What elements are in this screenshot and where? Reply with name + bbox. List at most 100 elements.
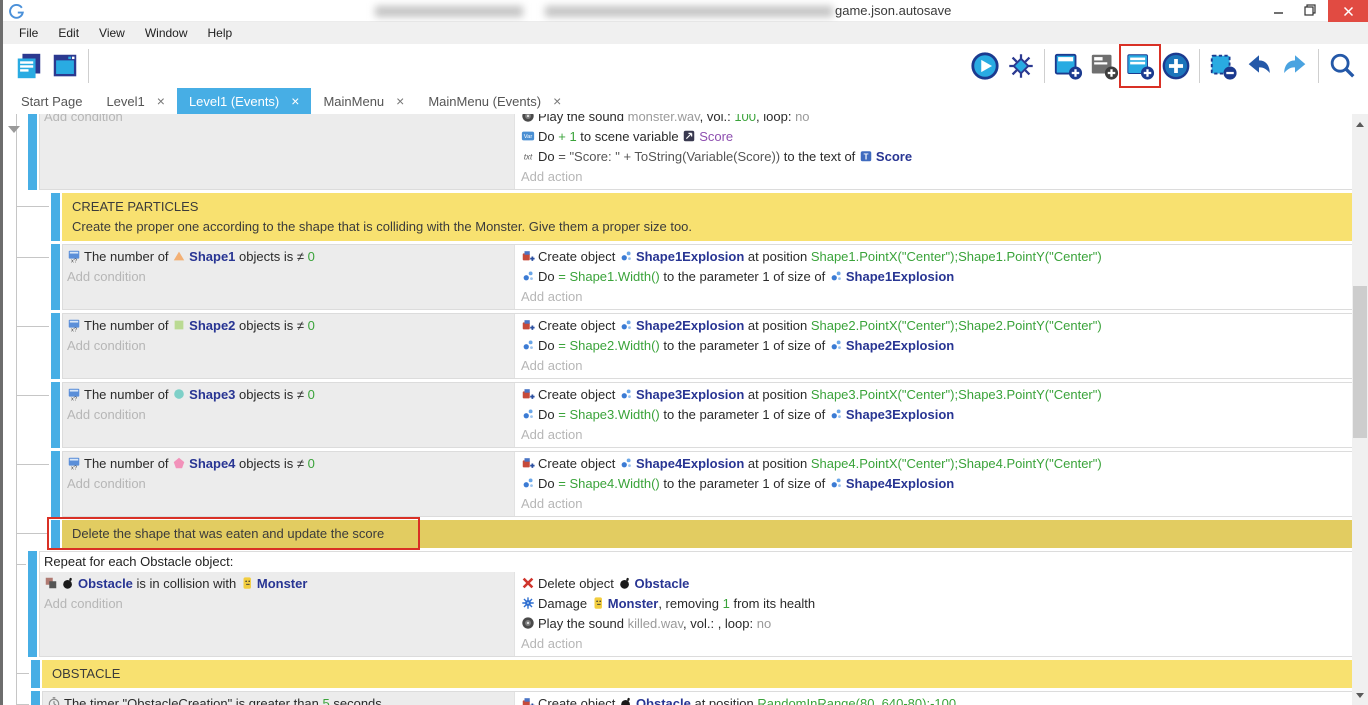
add-new-icon[interactable] (1158, 47, 1194, 85)
action-line[interactable]: Create object Shape2Explosion at positio… (521, 316, 1348, 336)
menu-item-help[interactable]: Help (198, 22, 243, 44)
add-action[interactable]: Add action (521, 425, 1348, 445)
menu-item-file[interactable]: File (9, 22, 48, 44)
collapse-arrow-icon[interactable] (8, 126, 20, 133)
action-line[interactable]: Do = Shape3.Width() to the parameter 1 o… (521, 405, 1348, 425)
play-icon[interactable] (967, 47, 1003, 85)
text-segment: Shape4.PointX("Center");Shape4.PointY("C… (811, 456, 1102, 471)
text-segment: Shape2 (189, 318, 235, 333)
tab-mainmenu-events-[interactable]: MainMenu (Events) × (416, 88, 573, 114)
add-action[interactable]: Add action (521, 634, 1348, 654)
condition-line[interactable]: x?The number of Shape1 objects is ≠ 0 (67, 247, 510, 267)
restore-button[interactable] (1296, 0, 1324, 20)
add-subevent-icon[interactable] (1122, 47, 1158, 85)
action-line[interactable]: Damage Monster, removing 1 from its heal… (521, 594, 1348, 614)
condition-line[interactable]: x?The number of Shape3 objects is ≠ 0 (67, 385, 510, 405)
text-segment: Shape4 (189, 456, 235, 471)
tab-close-icon[interactable]: × (291, 93, 299, 109)
unselect-events-icon[interactable] (1205, 47, 1241, 85)
text-segment: Monster (608, 596, 659, 611)
scrollbar-thumb[interactable] (1353, 286, 1367, 438)
action-line[interactable]: Create object Shape1Explosion at positio… (521, 247, 1348, 267)
scroll-up-arrow-icon[interactable] (1352, 116, 1368, 132)
text-segment: , vol.: (700, 114, 735, 124)
menu-item-view[interactable]: View (89, 22, 135, 44)
menu-item-edit[interactable]: Edit (48, 22, 89, 44)
action-line[interactable]: Play the sound killed.wav, vol.: , loop:… (521, 614, 1348, 634)
tab-close-icon[interactable]: × (553, 93, 561, 109)
text-segment: Create object (538, 696, 619, 705)
redo-icon[interactable] (1277, 47, 1313, 85)
undo-icon[interactable] (1241, 47, 1277, 85)
tab-level1-events-[interactable]: Level1 (Events)× (177, 88, 312, 114)
text-segment: 0 (308, 456, 315, 471)
action-line[interactable]: txtDo = "Score: " + ToString(Variable(Sc… (521, 147, 1348, 167)
scene-editor-icon[interactable] (47, 47, 83, 85)
add-condition[interactable]: Add condition (44, 114, 510, 127)
text-segment: at position (744, 249, 811, 264)
condition-line[interactable]: Obstacle is in collision with Monster (44, 574, 510, 594)
toolbar-divider (1044, 49, 1045, 83)
scroll-down-arrow-icon[interactable] (1352, 687, 1368, 703)
action-line[interactable]: Create object Shape3Explosion at positio… (521, 385, 1348, 405)
debug-icon[interactable] (1003, 47, 1039, 85)
conditions-column: Obstacle is in collision with MonsterAdd… (40, 572, 514, 656)
add-condition[interactable]: Add condition (44, 594, 510, 614)
action-line[interactable]: Create object Obstacle at position Rando… (521, 694, 1348, 705)
add-comment-icon[interactable] (1086, 47, 1122, 85)
action-line[interactable]: VarDo + 1 to scene variable Score (521, 127, 1348, 147)
comment-block[interactable]: Delete the shape that was eaten and upda… (62, 520, 1355, 548)
events-editor: Add condition Play the sound monster.wav,… (3, 114, 1355, 705)
action-line[interactable]: Create object Shape4Explosion at positio… (521, 454, 1348, 474)
comment-block[interactable]: OBSTACLE (42, 660, 1355, 688)
text-segment: RandomInRange(80, 640-80);-100 (757, 696, 956, 705)
tab-mainmenu[interactable]: MainMenu× (311, 88, 416, 114)
add-action[interactable]: Add action (521, 356, 1348, 376)
object-count-icon: x? (67, 318, 84, 333)
project-manager-icon[interactable] (11, 47, 47, 85)
text-segment: ≠ (297, 456, 308, 471)
tab-bar: Start PageLevel1×Level1 (Events)×MainMen… (3, 88, 1368, 114)
add-condition[interactable]: Add condition (67, 336, 510, 356)
text-segment: objects is (235, 456, 296, 471)
shape3-icon (172, 387, 189, 402)
vertical-scrollbar[interactable] (1352, 114, 1368, 705)
text-segment: Shape2Explosion (846, 338, 954, 353)
tab-start-page[interactable]: Start Page (9, 88, 94, 114)
particles-icon (619, 249, 636, 264)
comment-block[interactable]: CREATE PARTICLESCreate the proper one ac… (62, 193, 1355, 241)
search-icon[interactable] (1324, 47, 1360, 85)
tab-level1[interactable]: Level1× (94, 88, 177, 114)
text-segment: = Shape2.Width() (558, 338, 660, 353)
text-segment: Do (538, 129, 558, 144)
condition-line[interactable]: The timer "ObstacleCreation" is greater … (47, 694, 510, 705)
repeat-event-header[interactable]: Repeat for each Obstacle object: (40, 552, 1354, 572)
add-action[interactable]: Add action (521, 167, 1348, 187)
text-segment: Obstacle (78, 576, 133, 591)
tab-label: MainMenu (Events) (428, 94, 541, 109)
toolbar-divider (88, 49, 89, 83)
gdevelop-logo-icon (9, 3, 25, 19)
add-condition[interactable]: Add condition (67, 267, 510, 287)
text-segment: Obstacle (636, 696, 691, 705)
add-action[interactable]: Add action (521, 494, 1348, 514)
action-line[interactable]: Play the sound monster.wav, vol.: 100, l… (521, 114, 1348, 127)
add-condition[interactable]: Add condition (67, 405, 510, 425)
menu-item-window[interactable]: Window (135, 22, 198, 44)
condition-line[interactable]: x?The number of Shape4 objects is ≠ 0 (67, 454, 510, 474)
action-line[interactable]: Do = Shape4.Width() to the parameter 1 o… (521, 474, 1348, 494)
action-line[interactable]: Delete object Obstacle (521, 574, 1348, 594)
add-condition[interactable]: Add condition (67, 474, 510, 494)
close-button[interactable] (1328, 0, 1368, 22)
condition-line[interactable]: x?The number of Shape2 objects is ≠ 0 (67, 316, 510, 336)
text-segment: Shape3 (189, 387, 235, 402)
add-event-icon[interactable] (1050, 47, 1086, 85)
action-line[interactable]: Do = Shape1.Width() to the parameter 1 o… (521, 267, 1348, 287)
minimize-button[interactable] (1264, 0, 1292, 20)
add-action[interactable]: Add action (521, 287, 1348, 307)
action-line[interactable]: Do = Shape2.Width() to the parameter 1 o… (521, 336, 1348, 356)
actions-column: Delete object ObstacleDamage Monster, re… (514, 572, 1354, 656)
tab-close-icon[interactable]: × (396, 93, 404, 109)
tab-close-icon[interactable]: × (157, 93, 165, 109)
text-segment: to the parameter 1 of size of (660, 476, 829, 491)
